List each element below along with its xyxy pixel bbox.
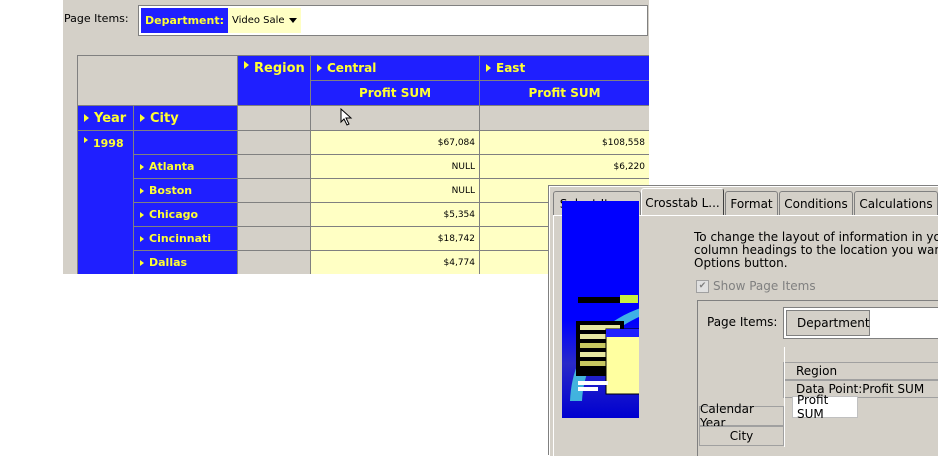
central-header[interactable]: Central bbox=[311, 56, 480, 81]
grid-blank-cell bbox=[480, 106, 649, 131]
expand-arrow-icon[interactable] bbox=[84, 137, 88, 143]
edit-worksheet-dialog: Select Items Crosstab L... Format Condit… bbox=[549, 186, 938, 457]
city-name: Cincinnati bbox=[149, 232, 212, 245]
dropdown-arrow-icon[interactable] bbox=[288, 18, 297, 23]
city-header[interactable]: City bbox=[134, 106, 238, 131]
region-header[interactable]: Region bbox=[238, 56, 311, 106]
grid-blank-cell bbox=[238, 106, 311, 131]
central-value-cell: $18,742 bbox=[311, 227, 480, 251]
layout-page-items-area[interactable]: Department bbox=[783, 307, 938, 339]
layout-designer: Page Items: Department Region Data Point… bbox=[697, 300, 938, 456]
grid-blank-cell bbox=[311, 106, 480, 131]
layout-row-item-city[interactable]: City bbox=[699, 426, 784, 446]
city-cell[interactable]: Boston bbox=[134, 179, 238, 203]
city-cell[interactable]: Chicago bbox=[134, 203, 238, 227]
city-cell[interactable]: Cincinnati bbox=[134, 227, 238, 251]
year-value: 1998 bbox=[93, 137, 124, 150]
expand-arrow-icon[interactable] bbox=[140, 187, 144, 194]
region-blank-cell bbox=[238, 155, 311, 179]
layout-page-items-label: Page Items: bbox=[707, 315, 778, 329]
tab-conditions[interactable]: Conditions bbox=[779, 191, 853, 215]
expand-arrow-icon[interactable] bbox=[317, 64, 322, 72]
central-value-cell: NULL bbox=[311, 155, 480, 179]
page-items-label: Page Items: bbox=[64, 12, 129, 25]
region-header-label: Region bbox=[254, 61, 305, 76]
instruction-text: To change the layout of information in y… bbox=[694, 231, 938, 270]
central-measure-header[interactable]: Profit SUM bbox=[311, 81, 480, 106]
expand-arrow-icon[interactable] bbox=[140, 235, 144, 242]
expand-arrow-icon[interactable] bbox=[486, 64, 491, 72]
show-page-items-checkbox[interactable]: ✔ Show Page Items bbox=[696, 279, 816, 293]
instruction-line: Options button. bbox=[694, 256, 788, 270]
department-label: Department: bbox=[141, 8, 228, 33]
city-name: Dallas bbox=[149, 256, 188, 269]
city-name: Atlanta bbox=[149, 160, 195, 173]
department-value-select[interactable]: Video Sale bbox=[227, 8, 301, 33]
tab-format[interactable]: Format bbox=[725, 191, 778, 215]
crosstab-illustration bbox=[562, 201, 650, 418]
east-total-cell: $108,558 bbox=[480, 131, 649, 155]
show-page-items-label: Show Page Items bbox=[713, 279, 816, 293]
region-blank-cell bbox=[238, 179, 311, 203]
page-items-dropdown[interactable]: Department: Video Sale bbox=[138, 5, 648, 36]
crosstab-graphic-icon bbox=[570, 295, 650, 401]
region-blank-cell bbox=[238, 251, 311, 274]
central-header-label: Central bbox=[327, 61, 377, 75]
mouse-cursor-icon bbox=[340, 108, 353, 126]
grid-corner bbox=[78, 56, 238, 106]
page-items-bar: Page Items: Department: Video Sale bbox=[63, 0, 649, 40]
layout-column-item-region[interactable]: Region bbox=[783, 362, 938, 380]
central-value-cell: $5,354 bbox=[311, 203, 480, 227]
tab-calculations[interactable]: Calculations bbox=[854, 191, 938, 215]
central-value-cell: NULL bbox=[311, 179, 480, 203]
expand-arrow-icon[interactable] bbox=[140, 163, 144, 170]
central-value-cell: $4,774 bbox=[311, 251, 480, 274]
city-name: Chicago bbox=[149, 208, 199, 221]
checkmark-icon[interactable]: ✔ bbox=[696, 279, 709, 293]
region-blank-cell bbox=[238, 203, 311, 227]
measure-label: Profit SUM bbox=[528, 86, 601, 100]
measure-label: Profit SUM bbox=[358, 86, 432, 100]
east-measure-header[interactable]: Profit SUM bbox=[480, 81, 649, 106]
expand-arrow-icon[interactable] bbox=[140, 211, 144, 218]
year-header-label: Year bbox=[94, 110, 127, 126]
year-city-blank bbox=[134, 131, 238, 155]
east-header[interactable]: East bbox=[480, 56, 649, 81]
layout-department-item[interactable]: Department bbox=[786, 310, 870, 336]
department-value: Video Sale bbox=[231, 15, 285, 26]
layout-row-item-calendar-year[interactable]: Calendar Year bbox=[699, 402, 784, 430]
east-header-label: East bbox=[496, 61, 526, 75]
region-blank-cell bbox=[238, 131, 311, 155]
department-page-item[interactable]: Department: Video Sale bbox=[141, 8, 301, 33]
central-total-cell: $67,084 bbox=[311, 131, 480, 155]
layout-data-point-cell: Profit SUM bbox=[792, 393, 858, 421]
city-header-label: City bbox=[150, 110, 179, 126]
region-blank-cell bbox=[238, 227, 311, 251]
layout-divider bbox=[784, 347, 785, 447]
east-value-cell: $6,220 bbox=[480, 155, 649, 179]
expand-arrow-icon[interactable] bbox=[84, 114, 89, 122]
city-name: Boston bbox=[149, 184, 193, 197]
year-value-cell[interactable]: 1998 bbox=[78, 131, 134, 274]
year-header[interactable]: Year bbox=[78, 106, 134, 131]
expand-arrow-icon[interactable] bbox=[140, 259, 144, 266]
expand-arrow-icon[interactable] bbox=[244, 61, 249, 69]
city-cell[interactable]: Dallas bbox=[134, 251, 238, 274]
city-cell[interactable]: Atlanta bbox=[134, 155, 238, 179]
tab-crosstab-layout[interactable]: Crosstab L... bbox=[641, 188, 724, 216]
expand-arrow-icon[interactable] bbox=[140, 114, 145, 122]
